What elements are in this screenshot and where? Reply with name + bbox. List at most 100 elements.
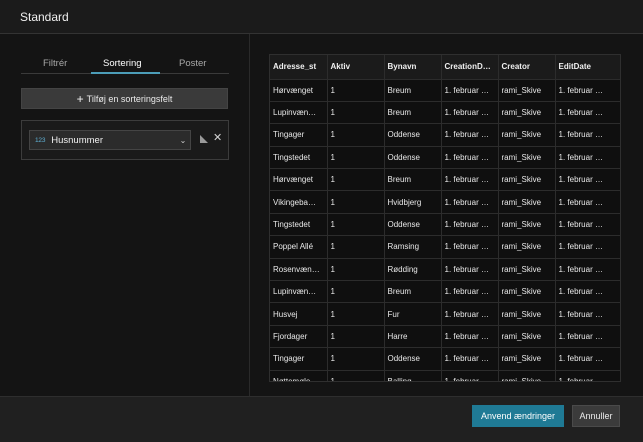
table-cell: rami_Skive bbox=[498, 325, 556, 349]
close-icon[interactable]: ✕ bbox=[213, 131, 222, 144]
number-type-icon: 123 bbox=[35, 136, 46, 144]
sort-field-name: Husnummer bbox=[51, 134, 103, 146]
table-header-row: Adresse_st Aktiv Bynavn CreationD… Creator Ed… bbox=[270, 55, 620, 80]
table-cell: 1. februar … bbox=[555, 190, 620, 214]
table-cell: rami_Skive bbox=[498, 79, 556, 102]
table-row[interactable]: Lupinvæn… 1 Breum 1. februar … rami_Skive 1. … bbox=[270, 101, 620, 125]
table-cell: 1 bbox=[327, 325, 385, 349]
table-cell: Oddense bbox=[384, 347, 442, 371]
column-header[interactable]: Adresse_st bbox=[270, 55, 328, 80]
table-cell: 1. februar … bbox=[441, 190, 499, 214]
table-cell: 1. februar … bbox=[441, 302, 499, 326]
table-row[interactable]: Vikingeba… 1 Hvidbjerg 1. februar … rami_Ski… bbox=[270, 190, 620, 214]
table-cell: Harre bbox=[384, 325, 442, 349]
table-cell: Poppel Allé bbox=[270, 235, 328, 259]
tab-sorting[interactable]: Sortering bbox=[103, 58, 142, 69]
table-cell: Hørvænget bbox=[270, 168, 328, 192]
table-cell: Breum bbox=[384, 168, 442, 192]
table-cell: Tingstedet bbox=[270, 146, 328, 170]
table-row[interactable]: Tingager 1 Oddense 1. februar … rami_Skive 1.… bbox=[270, 123, 620, 147]
table-row[interactable]: Nøttemøle… 1 Balling 1. februar … rami_Skive… bbox=[270, 370, 620, 381]
table-cell: 1. februar … bbox=[555, 302, 620, 326]
table-cell: 1 bbox=[327, 101, 385, 125]
table-cell: Oddense bbox=[384, 213, 442, 237]
table-row[interactable]: Lupinvæn… 1 Breum 1. februar … rami_Skive 1. … bbox=[270, 280, 620, 304]
table-cell: Lupinvæn… bbox=[270, 280, 328, 304]
table-cell: rami_Skive bbox=[498, 258, 556, 282]
cancel-button[interactable]: Annuller bbox=[572, 405, 620, 427]
table-cell: 1. februar … bbox=[555, 370, 620, 381]
table-cell: Tingager bbox=[270, 347, 328, 371]
table-cell: 1 bbox=[327, 168, 385, 192]
chevron-down-icon: ⌄ bbox=[179, 135, 187, 145]
table-cell: 1 bbox=[327, 280, 385, 304]
table-cell: rami_Skive bbox=[498, 280, 556, 304]
table-cell: Oddense bbox=[384, 123, 442, 147]
column-header[interactable]: Bynavn bbox=[384, 55, 442, 80]
dialog-title: Standard bbox=[20, 10, 69, 24]
sort-ascending-icon[interactable] bbox=[199, 134, 209, 144]
table-cell: rami_Skive bbox=[498, 123, 556, 147]
table-cell: 1. februar … bbox=[441, 101, 499, 125]
table-row[interactable]: Tingstedet 1 Oddense 1. februar … rami_Skive… bbox=[270, 146, 620, 170]
table-row[interactable]: Poppel Allé 1 Ramsing 1. februar … rami_Skiv… bbox=[270, 235, 620, 259]
add-sort-field-button[interactable]: + Tilføj en sorteringsfelt bbox=[21, 88, 228, 109]
table-cell: 1 bbox=[327, 213, 385, 237]
table-cell: Breum bbox=[384, 280, 442, 304]
table-cell: 1. februar … bbox=[555, 280, 620, 304]
table-cell: 1. februar … bbox=[441, 123, 499, 147]
table-cell: Fjordager bbox=[270, 325, 328, 349]
table-cell: 1 bbox=[327, 235, 385, 259]
table-cell: 1 bbox=[327, 347, 385, 371]
table-row[interactable]: Hørvænget 1 Breum 1. februar … rami_Skive 1. … bbox=[270, 79, 620, 102]
table-cell: rami_Skive bbox=[498, 370, 556, 381]
table-cell: Hørvænget bbox=[270, 79, 328, 102]
add-sort-field-label: Tilføj en sorteringsfelt bbox=[86, 93, 173, 104]
table-cell: 1. februar … bbox=[555, 213, 620, 237]
table-cell: 1 bbox=[327, 258, 385, 282]
column-header[interactable]: EditDate bbox=[555, 55, 620, 80]
table-row[interactable]: Tingager 1 Oddense 1. februar … rami_Skive 1.… bbox=[270, 347, 620, 371]
table-cell: 1. februar … bbox=[441, 258, 499, 282]
tab-bar: Filtrér Sortering Poster bbox=[21, 54, 229, 74]
dialog-footer: Anvend ændringer Annuller bbox=[0, 396, 643, 442]
table-row[interactable]: Tingstedet 1 Oddense 1. februar … rami_Skive… bbox=[270, 213, 620, 237]
table-cell: Breum bbox=[384, 79, 442, 102]
table-cell: 1 bbox=[327, 190, 385, 214]
column-header[interactable]: Aktiv bbox=[327, 55, 385, 80]
table-row[interactable]: Hørvænget 1 Breum 1. februar … rami_Skive 1. … bbox=[270, 168, 620, 192]
table-row[interactable]: Husvej 1 Fur 1. februar … rami_Skive 1. febru… bbox=[270, 302, 620, 326]
sort-field-select[interactable]: 123 Husnummer ⌄ bbox=[29, 130, 191, 150]
table-cell: rami_Skive bbox=[498, 213, 556, 237]
table-cell: Nøttemøle… bbox=[270, 370, 328, 381]
table-cell: 1 bbox=[327, 123, 385, 147]
column-header[interactable]: CreationD… bbox=[441, 55, 499, 80]
table-cell: rami_Skive bbox=[498, 347, 556, 371]
tab-filter[interactable]: Filtrér bbox=[43, 58, 67, 69]
plus-icon: + bbox=[76, 91, 84, 106]
table-cell: 1. februar … bbox=[441, 325, 499, 349]
table-cell: 1. februar … bbox=[441, 168, 499, 192]
table-cell: 1. februar … bbox=[441, 213, 499, 237]
records-table[interactable]: Adresse_st Aktiv Bynavn CreationD… Creator Ed… bbox=[269, 54, 621, 382]
table-cell: Lupinvæn… bbox=[270, 101, 328, 125]
table-cell: 1. februar … bbox=[441, 235, 499, 259]
table-cell: rami_Skive bbox=[498, 146, 556, 170]
table-cell: Fur bbox=[384, 302, 442, 326]
table-row[interactable]: Rosenvæn… 1 Rødding 1. februar … rami_Skive 1… bbox=[270, 258, 620, 282]
table-cell: rami_Skive bbox=[498, 190, 556, 214]
apply-changes-button[interactable]: Anvend ændringer bbox=[472, 405, 564, 427]
table-cell: 1 bbox=[327, 146, 385, 170]
table-cell: Tingager bbox=[270, 123, 328, 147]
tab-records[interactable]: Poster bbox=[179, 58, 206, 69]
table-cell: Balling bbox=[384, 370, 442, 381]
table-cell: Hvidbjerg bbox=[384, 190, 442, 214]
table-cell: 1. februar … bbox=[555, 258, 620, 282]
table-row[interactable]: Fjordager 1 Harre 1. februar … rami_Skive 1. … bbox=[270, 325, 620, 349]
table-cell: 1. februar … bbox=[555, 235, 620, 259]
column-header[interactable]: Creator bbox=[498, 55, 556, 80]
table-cell: 1. februar … bbox=[555, 101, 620, 125]
table-cell: 1 bbox=[327, 370, 385, 381]
table-cell: Breum bbox=[384, 101, 442, 125]
sort-field-row: 123 Husnummer ⌄ ✕ bbox=[21, 120, 229, 160]
